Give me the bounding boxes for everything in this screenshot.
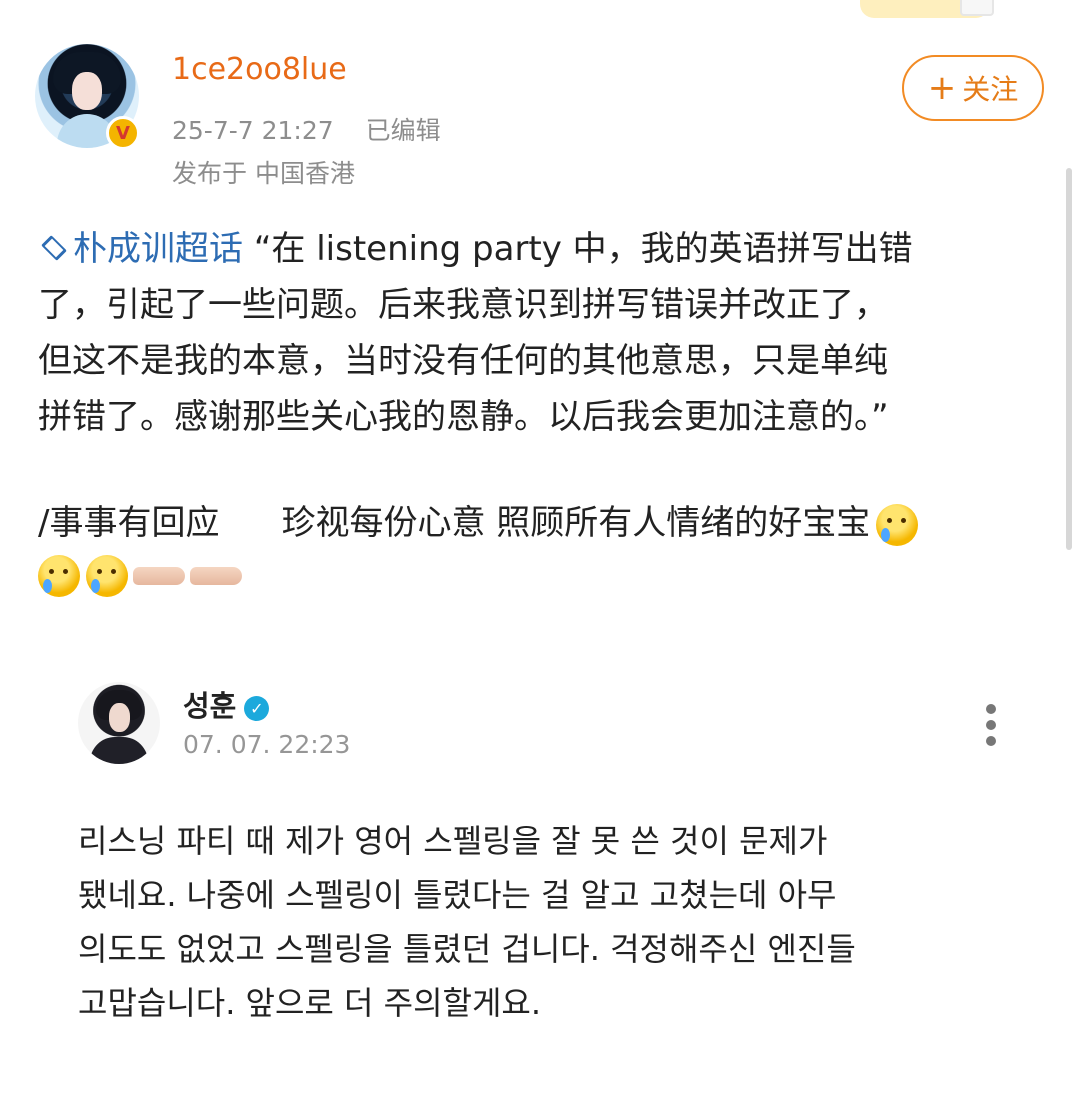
reply-author-name[interactable]: 성훈 ✓ — [183, 683, 270, 725]
more-vertical-icon[interactable] — [982, 704, 1000, 746]
reply-name-label: 성훈 — [183, 689, 237, 723]
reply-author-avatar[interactable] — [78, 682, 160, 764]
post-text-line: “在 listening party 中，我的英语拼写出错 — [253, 229, 913, 269]
reply-avatar-face — [109, 703, 130, 732]
reply-body: 리스닝 파티 때 제가 영어 스펠링을 잘 못 쓴 것이 문제가 됐네요. 나중… — [78, 814, 1008, 1030]
follow-button-label: 关注 — [962, 73, 1019, 106]
verified-badge-icon: V — [106, 116, 140, 150]
reply-line-4: 고맙습니다. 앞으로 더 주의할게요. — [78, 984, 542, 1022]
post-meta: 25-7-7 21:27 已编辑 — [172, 111, 441, 147]
edited-label[interactable]: 已编辑 — [366, 116, 441, 145]
crying-face-icon — [38, 555, 80, 597]
tag-text-end: 珍视每份心意 照顾所有人情绪的好宝宝 — [281, 503, 871, 543]
emoji-row — [38, 555, 242, 605]
top-decoration-icon — [960, 0, 994, 16]
author-username[interactable]: 1ce2oo8lue — [172, 52, 347, 87]
reply-line-1: 리스닝 파티 때 제가 영어 스펠링을 잘 못 쓴 것이 문제가 — [78, 822, 828, 860]
post-location: 发布于 中国香港 — [172, 159, 355, 188]
post-line-4: 拼错了。感谢那些关心我的恩静。以后我会更加注意的。” — [38, 397, 889, 437]
topic-label: 朴成训超话 — [73, 229, 243, 269]
pointing-hand-icon — [190, 567, 242, 585]
more-dot — [986, 704, 996, 714]
post-body: 朴成训超话 “在 listening party 中，我的英语拼写出错 了，引起… — [38, 221, 1038, 445]
follow-button[interactable]: + 关注 — [902, 55, 1044, 121]
post-line-2: 了，引起了一些问题。后来我意识到拼写错误并改正了， — [38, 285, 888, 325]
post-line-3: 但这不是我的本意，当时没有任何的其他意思，只是单纯 — [38, 341, 888, 381]
page-scrollbar[interactable] — [1066, 168, 1072, 550]
check-icon: ✓ — [244, 696, 270, 721]
post-line-1: 朴成训超话 “在 listening party 中，我的英语拼写出错 — [38, 221, 1038, 277]
more-dot — [986, 720, 996, 730]
reply-line-3: 의도도 없었고 스펠링을 틀렸던 겁니다. 걱정해주신 엔진들 — [78, 930, 856, 968]
reply-avatar-suit — [90, 737, 148, 764]
plus-icon: + — [927, 68, 957, 108]
diamond-icon — [41, 235, 67, 261]
post-timestamp: 25-7-7 21:27 — [172, 116, 334, 145]
topic-link[interactable]: 朴成训超话 — [38, 229, 254, 269]
more-dot — [986, 736, 996, 746]
post-tags-line: /事事有回应 珍视每份心意 照顾所有人情绪的好宝宝 — [38, 495, 1048, 551]
pointing-hand-icon — [133, 567, 185, 585]
reply-line-2: 됐네요. 나중에 스펠링이 틀렸다는 걸 알고 고쳤는데 아무 — [78, 876, 837, 914]
avatar-face — [72, 72, 102, 110]
crying-face-icon — [86, 555, 128, 597]
tag-text-start: /事事有回应 — [38, 503, 220, 543]
crying-face-icon — [876, 503, 919, 546]
reply-timestamp: 07. 07. 22:23 — [183, 730, 351, 759]
